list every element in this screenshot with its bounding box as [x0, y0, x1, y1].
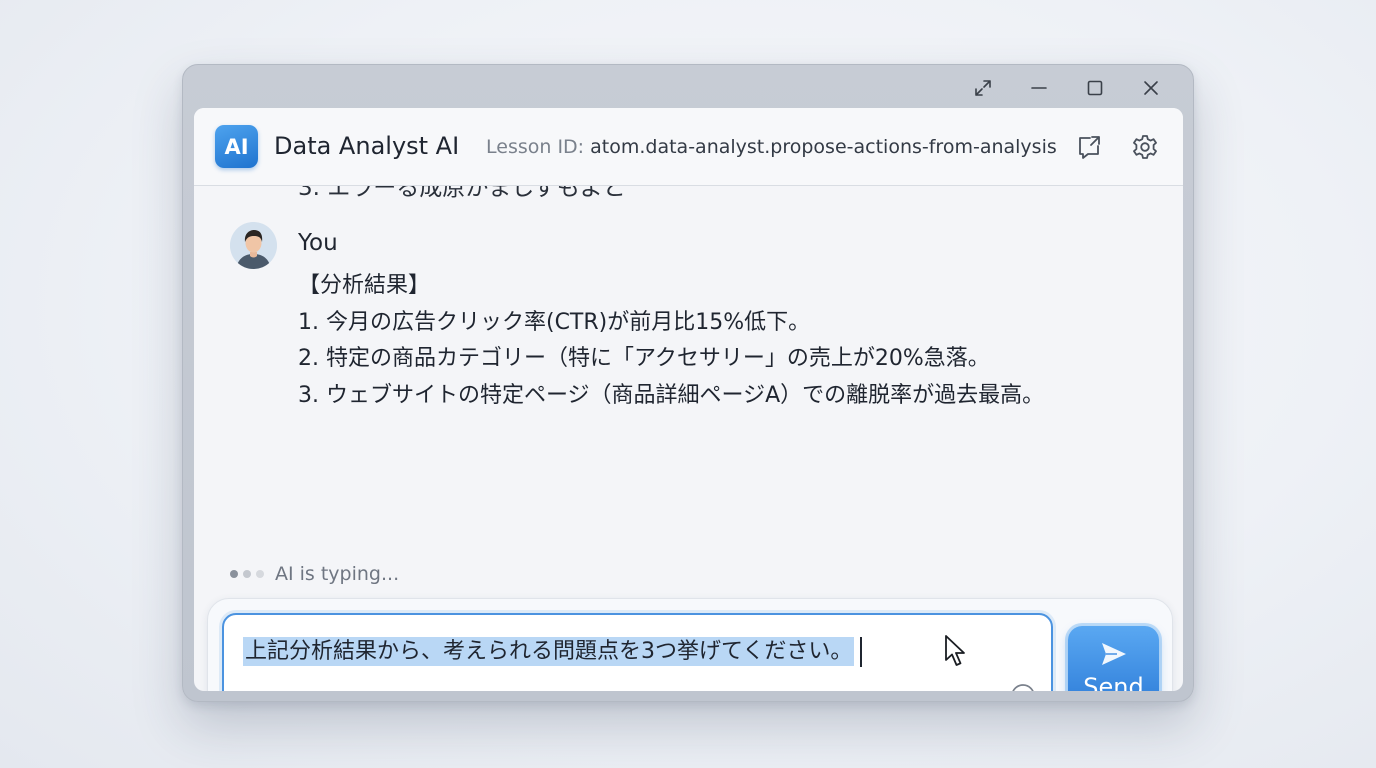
lesson-id: Lesson ID: atom.data-analyst.propose-act… [486, 136, 1057, 158]
share-icon[interactable] [1074, 132, 1104, 162]
app-logo: AI [215, 125, 258, 168]
typing-dot [256, 570, 264, 578]
text-caret [860, 637, 863, 667]
message-line: 3. ウェブサイトの特定ページ（商品詳細ページA）での離脱率が過去最高。 [298, 382, 1045, 408]
window-controls [955, 73, 1179, 103]
message-input-text-wrap: 上記分析結果から、考えられる問題点を3つ挙げてください。 [243, 633, 863, 667]
user-message-body: 【分析結果】 1. 今月の広告クリック率(CTR)が前月比15%低下。 2. 特… [298, 268, 1044, 414]
message-line: 2. 特定の商品カテゴリー（特に「アクセサリー」の売上が20%急落。 [298, 346, 990, 371]
typing-indicator: AI is typing... [230, 563, 399, 585]
settings-gear-icon[interactable] [1130, 132, 1160, 162]
maximize-icon[interactable] [1067, 73, 1123, 103]
send-button-label: Send [1083, 673, 1144, 691]
chat-window: AI Data Analyst AI Lesson ID: atom.data-… [194, 108, 1183, 691]
app-header: AI Data Analyst AI Lesson ID: atom.data-… [194, 108, 1183, 186]
message-sender: You [298, 230, 338, 256]
emoji-icon[interactable] [1009, 682, 1037, 691]
lesson-id-value: atom.data-analyst.propose-actions-from-a… [590, 136, 1057, 158]
app-title: Data Analyst AI [274, 132, 460, 160]
typing-dot [243, 570, 251, 578]
send-button[interactable]: Send [1068, 626, 1159, 691]
message-input[interactable]: 上記分析結果から、考えられる問題点を3つ挙げてください。 [222, 613, 1053, 691]
typing-dot [230, 570, 238, 578]
chat-messages[interactable]: 3. エラーる成原かましずもよと You 【分析結果】 1. 今月の広告クリック… [194, 186, 1183, 596]
composer-panel: 上記分析結果から、考えられる問題点を3つ挙げてください。 Send [207, 598, 1173, 691]
message-line: 【分析結果】 [298, 273, 431, 298]
lesson-id-label: Lesson ID: [486, 136, 585, 158]
typing-text: AI is typing... [275, 563, 400, 585]
restore-arrows-icon[interactable] [955, 73, 1011, 103]
send-paper-plane-icon [1102, 643, 1126, 665]
previous-message-fragment: 3. エラーる成原かましずもよと [298, 186, 626, 201]
user-avatar [230, 222, 277, 269]
app-window-frame: AI Data Analyst AI Lesson ID: atom.data-… [182, 64, 1194, 702]
message-input-value: 上記分析結果から、考えられる問題点を3つ挙げてください。 [243, 637, 855, 666]
close-icon[interactable] [1123, 73, 1179, 103]
minimize-icon[interactable] [1011, 73, 1067, 103]
message-line: 1. 今月の広告クリック率(CTR)が前月比15%低下。 [298, 309, 811, 335]
